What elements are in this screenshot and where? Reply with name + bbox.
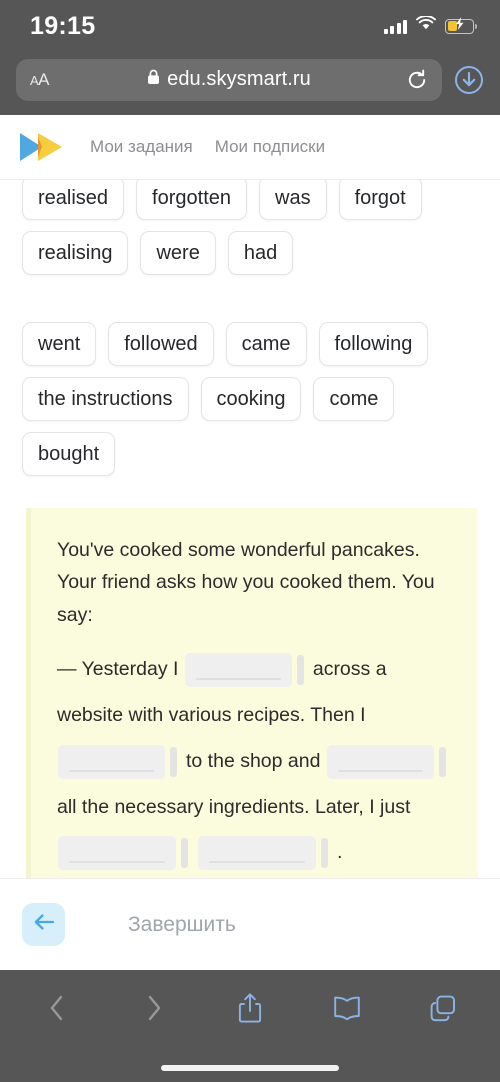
word-chip-row: realised forgotten was forgot realising … [22, 180, 478, 275]
word-bank-group-2: went followed came following the instruc… [0, 322, 500, 476]
task-intro-text: You've cooked some wonderful pancakes. Y… [57, 539, 435, 626]
blank-caret [170, 746, 177, 777]
word-chip[interactable]: cooking [200, 377, 302, 421]
site-header: Мои задания Мои подписки [0, 115, 500, 180]
browser-back-button[interactable] [34, 990, 80, 1030]
answer-blank-2[interactable] [58, 744, 165, 779]
tabs-icon [429, 994, 457, 1027]
exercise-scroll-area[interactable]: realised forgotten was forgot realising … [0, 180, 500, 970]
back-button[interactable] [22, 903, 65, 946]
finish-button[interactable]: Завершить [128, 913, 236, 937]
word-chip[interactable]: was [259, 180, 327, 220]
blank-caret [321, 838, 328, 869]
downloads-icon[interactable] [452, 63, 486, 97]
url-text: edu.skysmart.ru [167, 68, 311, 90]
chevron-right-icon [144, 993, 164, 1028]
chevron-left-icon [47, 993, 67, 1028]
word-chip[interactable]: the instructions [22, 377, 189, 421]
status-bar: 19:15 [0, 0, 500, 52]
blank-caret [438, 746, 446, 777]
wifi-icon [416, 15, 436, 36]
task-segment-4: all the necessary ingredients. [57, 795, 310, 818]
web-page-viewport: Мои задания Мои подписки realised forgot… [0, 115, 500, 970]
answer-blank-5[interactable] [198, 836, 316, 871]
word-chip[interactable]: following [318, 322, 429, 366]
nav-link-my-tasks[interactable]: Мои задания [90, 137, 193, 157]
word-chip[interactable]: realised [22, 180, 125, 220]
word-chip[interactable]: forgot [338, 180, 422, 220]
word-chip-row: went followed came following the instruc… [22, 322, 478, 476]
word-chip[interactable]: bought [22, 432, 116, 476]
word-chip[interactable]: had [227, 231, 294, 275]
nav-link-my-subscriptions[interactable]: Мои подписки [215, 137, 325, 157]
site-nav: Мои задания Мои подписки [90, 137, 325, 157]
answer-blank-1[interactable] [184, 652, 292, 687]
word-bank-group-1: realised forgotten was forgot realising … [0, 180, 500, 275]
browser-top-chrome: 19:15 AA edu.skysmart.ru [0, 0, 500, 115]
exercise-footer-bar: Завершить [0, 878, 500, 970]
arrow-left-icon [32, 912, 56, 937]
task-card: You've cooked some wonderful pancakes. Y… [26, 508, 478, 903]
share-button[interactable] [227, 990, 273, 1030]
reload-icon[interactable] [406, 69, 428, 91]
word-chip[interactable]: forgotten [136, 180, 247, 220]
tabs-button[interactable] [420, 990, 466, 1030]
task-segment-1: — Yesterday I [57, 658, 179, 681]
lock-icon [147, 69, 160, 90]
answer-blank-4[interactable] [58, 836, 176, 871]
blank-caret [296, 654, 304, 685]
browser-forward-button[interactable] [131, 990, 177, 1030]
cellular-signal-icon [383, 19, 407, 34]
book-icon [332, 995, 362, 1026]
toolbar-icon-row [0, 970, 500, 1030]
share-icon [237, 992, 263, 1029]
word-chip[interactable]: were [140, 231, 216, 275]
browser-url-row: AA edu.skysmart.ru [0, 52, 500, 107]
home-indicator [161, 1065, 339, 1071]
text-size-button[interactable]: AA [30, 70, 50, 90]
task-segment-5: Later, I just [314, 795, 411, 818]
browser-bottom-toolbar [0, 970, 500, 1082]
battery-charging-icon [445, 17, 478, 34]
word-chip[interactable]: went [22, 322, 97, 366]
task-segment-6: . [337, 841, 343, 864]
word-chip[interactable]: followed [108, 322, 214, 366]
answer-blank-3[interactable] [326, 744, 434, 779]
word-chip[interactable]: come [313, 377, 395, 421]
blank-caret [181, 838, 188, 869]
word-bank-divider [0, 275, 500, 322]
skysmart-logo[interactable] [18, 130, 64, 164]
word-chip[interactable]: came [225, 322, 307, 366]
address-bar[interactable]: AA edu.skysmart.ru [16, 58, 442, 101]
task-fill-in-text: — Yesterday I across a website with vari… [57, 647, 456, 876]
status-bar-indicators [383, 15, 478, 36]
word-chip[interactable]: realising [22, 231, 129, 275]
status-bar-time: 19:15 [30, 11, 96, 40]
bookmarks-button[interactable] [324, 990, 370, 1030]
task-segment-3: to the shop and [186, 749, 321, 772]
